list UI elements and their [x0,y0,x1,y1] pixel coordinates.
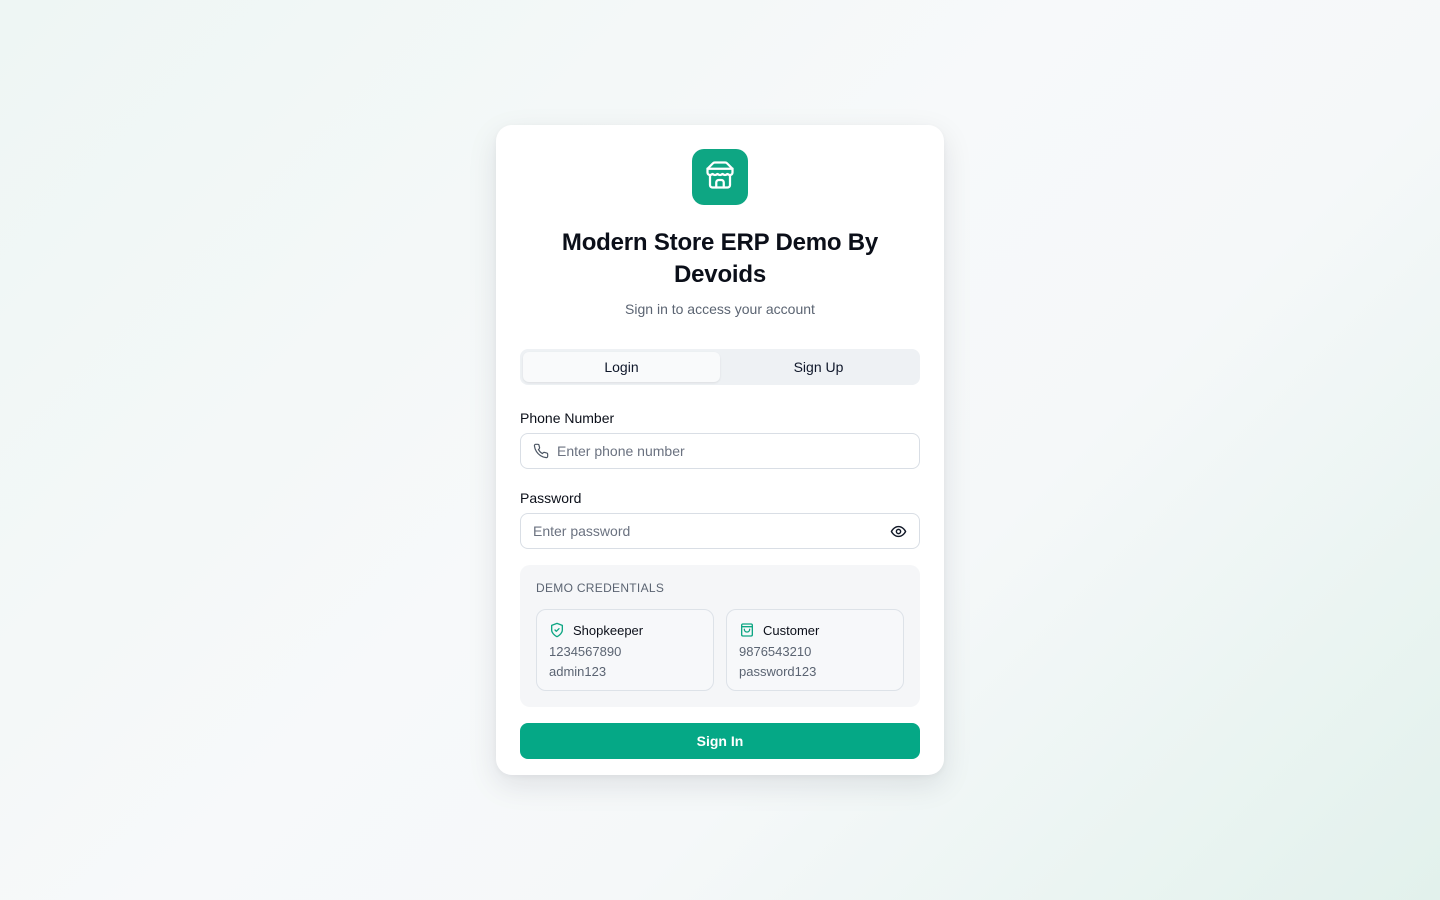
phone-icon [533,443,549,459]
phone-input[interactable] [557,443,907,459]
phone-label: Phone Number [520,410,615,426]
demo-credentials-title: DEMO CREDENTIALS [536,581,665,595]
shield-check-icon [549,622,565,638]
store-icon [705,160,735,195]
page-title: Modern Store ERP Demo By Devoids [561,229,879,288]
tab-sign-up[interactable]: Sign Up [720,352,917,382]
phone-field [520,433,920,469]
shopkeeper-phone: 1234567890 [549,644,622,659]
password-input[interactable] [533,523,882,539]
password-field [520,513,920,549]
eye-icon[interactable] [890,523,907,540]
shopping-bag-icon [739,622,755,638]
shopkeeper-credential-card[interactable]: Shopkeeper 1234567890 admin123 [536,609,714,691]
store-logo [692,149,748,205]
demo-credentials: DEMO CREDENTIALS Shopkeeper 1234567890 a… [520,565,920,707]
customer-password: password123 [739,664,817,679]
sign-in-button[interactable]: Sign In [520,723,920,759]
shopkeeper-name: Shopkeeper [573,622,644,638]
page-subtitle: Sign in to access your account [625,301,815,317]
auth-tabs: Login Sign Up [520,349,920,385]
customer-name: Customer [763,622,820,638]
login-card: Modern Store ERP Demo By Devoids Sign in… [496,125,944,775]
customer-phone: 9876543210 [739,644,812,659]
customer-credential-card[interactable]: Customer 9876543210 password123 [726,609,904,691]
shopkeeper-password: admin123 [549,664,607,679]
tab-login[interactable]: Login [523,352,720,382]
password-label: Password [520,490,582,506]
